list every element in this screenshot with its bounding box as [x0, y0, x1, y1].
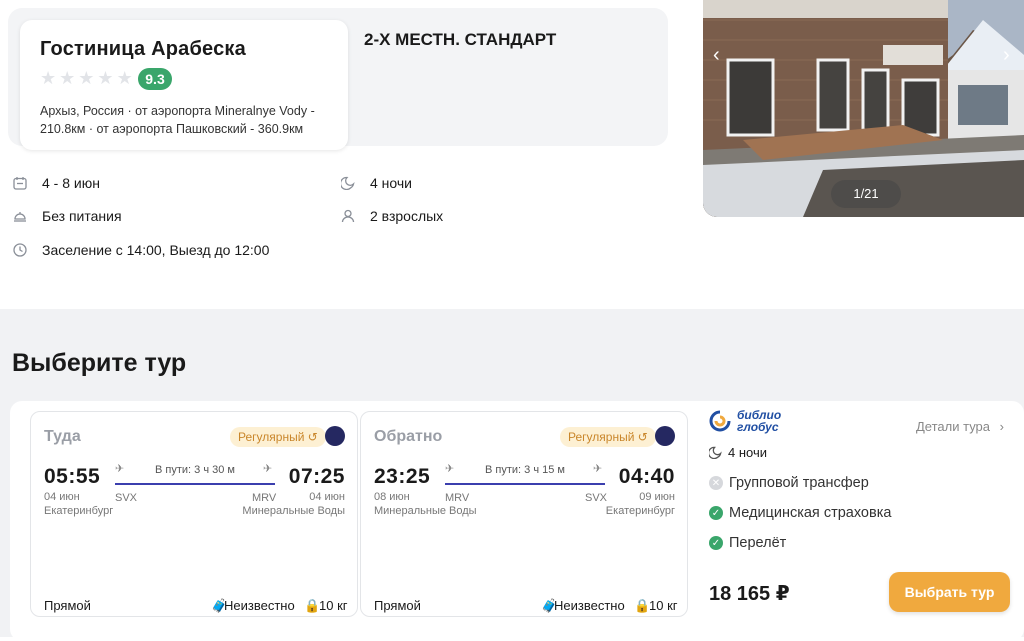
- baggage-text: Неизвестно: [554, 598, 625, 613]
- included-label: Медицинская страховка: [729, 505, 892, 521]
- location-line-2: 210.8км · от аэропорта Пашковский - 360.…: [40, 122, 304, 136]
- nights-text: 4 ночи: [370, 175, 412, 191]
- arrive-date: 09 июн: [639, 491, 675, 503]
- dates-text: 4 - 8 июн: [42, 175, 100, 191]
- depart-time: 23:25: [374, 465, 431, 488]
- hotel-info-panel: Гостиница Арабеска ★ ★ ★ ★ ★ 9.3 Архыз, …: [20, 20, 348, 150]
- hotel-card: Гостиница Арабеска ★ ★ ★ ★ ★ 9.3 Архыз, …: [8, 8, 668, 150]
- rating-badge: 9.3: [138, 68, 172, 90]
- star-icon: ★: [97, 68, 114, 88]
- included-item: ✓ Перелёт: [709, 535, 786, 551]
- check-circle-icon: ✓: [709, 536, 723, 550]
- baggage-text: Неизвестно: [224, 598, 295, 613]
- chevron-left-icon[interactable]: ‹: [713, 44, 720, 67]
- moon-icon: [340, 175, 356, 191]
- detail-checkin: Заселение с 14:00, Выезд до 12:00: [12, 242, 269, 258]
- agency-line-2: глобус: [737, 420, 779, 434]
- bag-icon: 🔒: [304, 598, 321, 613]
- hotel-location: Архыз, Россия · от аэропорта Mineralnye …: [40, 102, 340, 138]
- location-line-1: Архыз, Россия · от аэропорта Mineralnye …: [40, 104, 315, 118]
- bag-icon: 🔒: [634, 598, 651, 613]
- check-circle-icon: ✓: [709, 506, 723, 520]
- tour-nights: 4 ночи: [709, 445, 767, 460]
- flight-outbound[interactable]: Туда Регулярный ↺ 05:55 04 июн Екатеринб…: [30, 411, 358, 617]
- hand-luggage-text: 10 кг: [649, 598, 678, 613]
- star-icon: ★: [116, 68, 133, 88]
- detail-guests: 2 взрослых: [340, 208, 443, 224]
- included-item: ✕ Групповой трансфер: [709, 475, 869, 491]
- agency-logo[interactable]: библио глобус: [709, 409, 781, 433]
- included-label: Перелёт: [729, 535, 787, 551]
- flight-duration: В пути: 3 ч 15 м: [485, 464, 565, 476]
- flight-badge: Регулярный ↺: [560, 427, 656, 447]
- flight-badge: Регулярный ↺: [230, 427, 326, 447]
- detail-dates: 4 - 8 июн: [12, 175, 100, 191]
- hand-luggage-text: 10 кг: [319, 598, 348, 613]
- tour-card: Туда Регулярный ↺ 05:55 04 июн Екатеринб…: [10, 401, 1024, 641]
- detail-meal: Без питания: [12, 208, 122, 224]
- flight-return[interactable]: Обратно Регулярный ↺ 23:25 08 июн Минера…: [360, 411, 688, 617]
- flight-type: Прямой: [374, 598, 421, 613]
- arrive-time: 04:40: [618, 465, 675, 488]
- arrive-time: 07:25: [288, 465, 345, 488]
- badge-label: Регулярный: [238, 430, 305, 444]
- star-icon: ★: [40, 68, 57, 88]
- depart-city: Минеральные Воды: [374, 505, 477, 517]
- depart-code: MRV: [445, 492, 470, 504]
- calendar-icon: [12, 175, 28, 191]
- checkin-text: Заселение с 14:00, Выезд до 12:00: [42, 242, 270, 258]
- badge-label: Регулярный: [568, 430, 635, 444]
- refresh-icon: ↺: [637, 430, 648, 444]
- depart-date: 08 июн: [374, 491, 410, 503]
- hotel-name[interactable]: Гостиница Арабеска: [40, 38, 246, 61]
- star-icon: ★: [78, 68, 95, 88]
- cross-circle-icon: ✕: [709, 476, 723, 490]
- tour-details-link[interactable]: Детали тура ›: [916, 419, 1004, 434]
- flight-direction: Туда: [44, 428, 81, 445]
- agency-logo-icon: [709, 410, 731, 432]
- depart-city: Екатеринбург: [44, 505, 114, 517]
- arrive-code: SVX: [585, 492, 608, 504]
- section-title: Выберите тур: [12, 349, 187, 377]
- guests-text: 2 взрослых: [370, 208, 444, 224]
- included-item: ✓ Медицинская страховка: [709, 505, 891, 521]
- photo-counter: 1/21: [831, 180, 901, 208]
- agency-name: библио глобус: [737, 409, 781, 433]
- tour-nights-text: 4 ночи: [728, 445, 767, 460]
- arrive-city: Екатеринбург: [605, 505, 675, 517]
- included-label: Групповой трансфер: [729, 475, 869, 491]
- route-line: [115, 483, 275, 485]
- room-type: 2-Х МЕСТН. СТАНДАРТ: [364, 30, 557, 49]
- depart-code: SVX: [115, 492, 138, 504]
- choose-tour-button[interactable]: Выбрать тур: [889, 572, 1010, 612]
- meal-text: Без питания: [42, 208, 122, 224]
- flight-direction: Обратно: [374, 428, 443, 445]
- tour-details-label: Детали тура: [916, 419, 991, 434]
- chevron-right-icon: ›: [999, 419, 1004, 434]
- meal-icon: [12, 208, 28, 224]
- airline-logo-icon: [325, 426, 345, 446]
- flight-duration: В пути: 3 ч 30 м: [155, 464, 235, 476]
- arrive-city: Минеральные Воды: [242, 505, 345, 517]
- flight-type: Прямой: [44, 598, 91, 613]
- airline-logo-icon: [655, 426, 675, 446]
- arrive-date: 04 июн: [309, 491, 345, 503]
- arrive-code: MRV: [252, 492, 277, 504]
- clock-icon: [12, 242, 28, 258]
- depart-time: 05:55: [44, 465, 101, 488]
- chevron-right-icon[interactable]: ›: [1003, 44, 1010, 67]
- person-icon: [340, 208, 356, 224]
- hotel-photo-gallery[interactable]: ‹ › 1/21: [703, 0, 1024, 217]
- tour-price: 18 165 ₽: [709, 583, 790, 605]
- star-rating: ★ ★ ★ ★ ★: [40, 69, 133, 87]
- detail-nights: 4 ночи: [340, 175, 412, 191]
- depart-date: 04 июн: [44, 491, 80, 503]
- moon-icon: [709, 446, 722, 459]
- route-line: [445, 483, 605, 485]
- tour-section: Выберите тур Туда Регулярный ↺ 05:55 04 …: [0, 309, 1024, 641]
- refresh-icon: ↺: [307, 430, 318, 444]
- star-icon: ★: [59, 68, 76, 88]
